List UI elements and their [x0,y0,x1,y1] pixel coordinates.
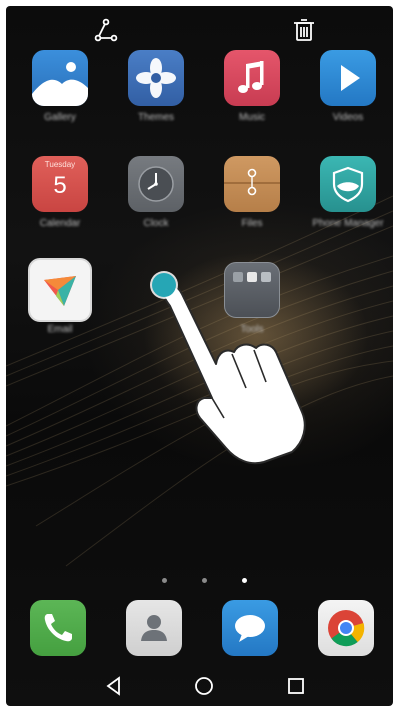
app-label: Music [238,112,266,123]
messaging-icon [222,600,278,656]
gallery-icon [32,50,88,106]
page-dot[interactable] [202,578,207,583]
dock-chrome[interactable] [316,598,376,658]
home-icon[interactable] [192,674,216,698]
recents-icon[interactable] [284,674,308,698]
clock-icon [128,156,184,212]
phone-icon [30,600,86,656]
calendar-icon: Tuesday 5 [32,156,88,212]
app-label: Clock [143,218,169,229]
app-label: Email [47,324,73,335]
videos-icon [320,50,376,106]
phone-manager-icon [320,156,376,212]
app-calendar[interactable]: Tuesday 5 Calendar [20,156,100,244]
trash-icon[interactable] [290,16,318,44]
app-label: Files [241,218,263,229]
themes-icon [128,50,184,106]
app-phone-manager[interactable]: Phone Manager [308,156,388,244]
app-label: Gallery [44,112,76,123]
dock-phone[interactable] [28,598,88,658]
contacts-icon [126,600,182,656]
app-label: Phone Manager [312,218,384,229]
app-gallery[interactable]: Gallery [20,50,100,138]
calendar-day: Tuesday [44,160,76,169]
app-videos[interactable]: Videos [308,50,388,138]
dock-contacts[interactable] [124,598,184,658]
page-dot[interactable] [162,578,167,583]
page-dot-active[interactable] [242,578,247,583]
back-icon[interactable] [102,674,126,698]
app-themes[interactable]: Themes [116,50,196,138]
share-icon[interactable] [92,16,120,44]
app-label: Videos [332,112,364,123]
dock-messaging[interactable] [220,598,280,658]
app-files[interactable]: Files [212,156,292,244]
calendar-date: 5 [53,172,67,199]
files-icon [224,156,280,212]
email-icon [28,258,92,322]
touch-point [152,273,176,297]
navigation-bar [6,666,393,706]
app-label: Calendar [39,218,81,229]
hand-gesture-icon [146,268,316,468]
app-music[interactable]: Music [212,50,292,138]
page-indicator [6,578,393,588]
app-label: Themes [137,112,175,123]
app-email[interactable]: Email [20,258,100,350]
app-clock[interactable]: Clock [116,156,196,244]
music-icon [224,50,280,106]
home-screen: Gallery Themes Music Videos Tuesday 5 Ca… [6,6,393,706]
chrome-icon [318,600,374,656]
